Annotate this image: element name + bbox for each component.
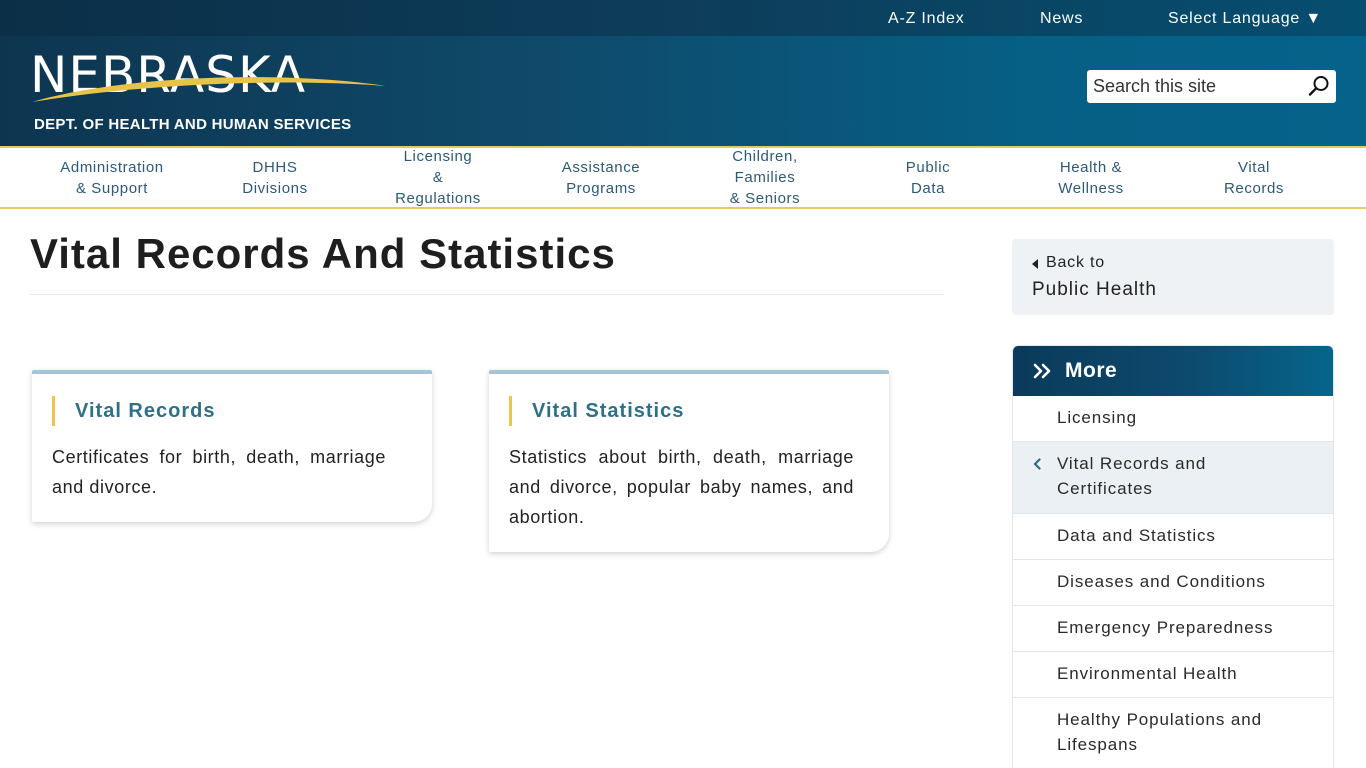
- chevron-left-icon: [1033, 458, 1041, 470]
- card-vital-statistics[interactable]: Vital Statistics Statistics about birth,…: [489, 370, 889, 552]
- card-description: Statistics about birth, death, marriage …: [509, 447, 854, 527]
- sidebar-item-label: Emergency Preparedness: [1057, 618, 1274, 637]
- search-box: [1087, 70, 1336, 103]
- search-input[interactable]: [1087, 71, 1297, 102]
- sidebar-item-label: Vital Records and Certificates: [1057, 454, 1207, 498]
- sidebar-item-emergency-preparedness[interactable]: Emergency Preparedness: [1013, 606, 1333, 652]
- nav-vital-records[interactable]: Vital Records: [1184, 148, 1324, 207]
- back-label: Back to: [1046, 254, 1105, 271]
- double-chevron-right-icon: [1033, 363, 1051, 379]
- sidebar-item-data-statistics[interactable]: Data and Statistics: [1013, 514, 1333, 560]
- back-target: Public Health: [1032, 279, 1157, 300]
- back-to-public-health-link[interactable]: Back to Public Health: [1012, 239, 1334, 315]
- nav-licensing-regulations[interactable]: Licensing & Regulations: [368, 148, 508, 207]
- site-header: A-Z Index News Select Language ▼ NEBRASK…: [0, 0, 1366, 146]
- card-description: Certificates for birth, death, marriage …: [52, 447, 386, 497]
- sidebar-item-licensing[interactable]: Licensing: [1013, 396, 1333, 442]
- card-title[interactable]: Vital Statistics: [509, 396, 684, 426]
- az-index-link[interactable]: A-Z Index: [888, 10, 965, 28]
- sidebar-item-label: Environmental Health: [1057, 664, 1238, 683]
- news-link[interactable]: News: [1040, 10, 1083, 28]
- sidebar-item-environmental-health[interactable]: Environmental Health: [1013, 652, 1333, 698]
- sidebar-item-healthy-populations-lifespans[interactable]: Healthy Populations and Lifespans: [1013, 698, 1333, 768]
- sidebar-item-label: Data and Statistics: [1057, 526, 1216, 545]
- nav-assistance-programs[interactable]: Assistance Programs: [531, 148, 671, 207]
- utility-bar: A-Z Index News Select Language ▼: [0, 0, 1366, 36]
- search-icon[interactable]: [1308, 75, 1330, 97]
- sidebar-item-diseases-conditions[interactable]: Diseases and Conditions: [1013, 560, 1333, 606]
- nav-children-families-seniors[interactable]: Children, Families & Seniors: [695, 148, 835, 207]
- more-header: More: [1013, 346, 1333, 396]
- logo-swoosh-icon: [32, 77, 386, 102]
- nav-public-data[interactable]: Public Data: [858, 148, 998, 207]
- main-navigation: Administration & Support DHHS Divisions …: [0, 146, 1366, 209]
- nebraska-dhhs-logo[interactable]: NEBRASKA DEPT. OF HEALTH AND HUMAN SERVI…: [30, 46, 390, 136]
- caret-left-icon: [1032, 259, 1038, 269]
- nav-health-wellness[interactable]: Health & Wellness: [1021, 148, 1161, 207]
- sidebar-item-label: Licensing: [1057, 408, 1137, 427]
- more-panel: More Licensing Vital Records and Certifi…: [1012, 345, 1334, 768]
- select-language-dropdown[interactable]: Select Language ▼: [1168, 10, 1322, 28]
- sidebar-item-label: Diseases and Conditions: [1057, 572, 1266, 591]
- page-title: Vital Records And Statistics: [30, 230, 616, 277]
- title-divider: [30, 294, 944, 295]
- more-title: More: [1065, 359, 1118, 382]
- nav-dhhs-divisions[interactable]: DHHS Divisions: [205, 148, 345, 207]
- card-title[interactable]: Vital Records: [52, 396, 215, 426]
- sidebar-item-label: Healthy Populations and Lifespans: [1057, 710, 1262, 754]
- logo-subtitle: DEPT. OF HEALTH AND HUMAN SERVICES: [34, 116, 352, 133]
- sidebar-item-vital-records-certificates[interactable]: Vital Records and Certificates: [1013, 442, 1333, 514]
- card-vital-records[interactable]: Vital Records Certificates for birth, de…: [32, 370, 432, 522]
- nav-administration-support[interactable]: Administration & Support: [42, 148, 182, 207]
